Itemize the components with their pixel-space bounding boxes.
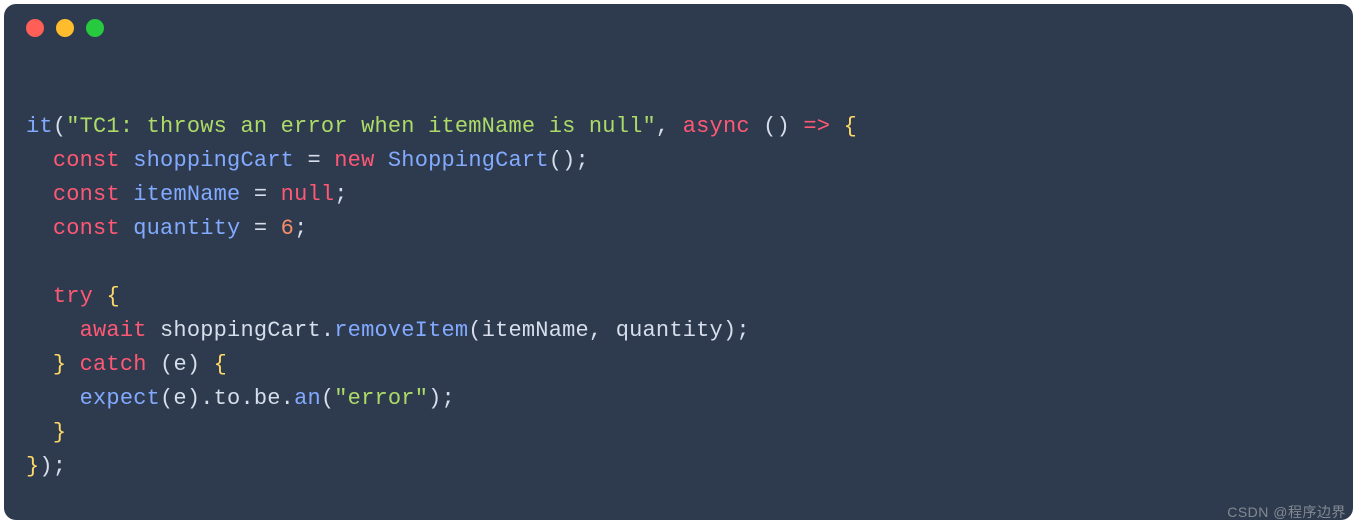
code-token: new [334, 148, 374, 173]
code-token: ShoppingCart [388, 148, 549, 173]
code-token: removeItem [334, 318, 468, 343]
code-token: = [294, 148, 334, 173]
titlebar [4, 4, 1353, 52]
code-block: it("TC1: throws an error when itemName i… [4, 52, 1353, 484]
code-token: ; [334, 182, 347, 207]
code-token: it [26, 114, 53, 139]
code-token: const [53, 182, 120, 207]
code-token: } [53, 352, 66, 377]
code-token: ( [321, 386, 334, 411]
code-token [26, 386, 80, 411]
code-token [93, 284, 106, 309]
code-token: shoppingCart [133, 148, 294, 173]
code-token [26, 182, 53, 207]
code-token [375, 148, 388, 173]
code-token: = [240, 182, 280, 207]
code-token: "TC1: throws an error when itemName is n… [66, 114, 656, 139]
code-token: itemName [133, 182, 240, 207]
code-token: catch [80, 352, 147, 377]
code-token [26, 420, 53, 445]
code-token: { [106, 284, 119, 309]
code-token: => [803, 114, 830, 139]
code-token: shoppingCart. [147, 318, 335, 343]
code-token: async [683, 114, 750, 139]
code-token: ) [777, 114, 790, 139]
code-token [26, 352, 53, 377]
watermark-text: CSDN @程序边界 [1227, 502, 1346, 522]
code-token [750, 114, 763, 139]
code-token: } [53, 420, 66, 445]
code-token: ); [39, 454, 66, 479]
code-token: { [214, 352, 227, 377]
code-token: 6 [281, 216, 294, 241]
code-token [26, 284, 53, 309]
minimize-icon[interactable] [56, 19, 74, 37]
code-token: ); [428, 386, 455, 411]
code-token [120, 182, 133, 207]
code-window: it("TC1: throws an error when itemName i… [4, 4, 1353, 520]
code-token [830, 114, 843, 139]
code-token: } [26, 454, 39, 479]
code-token: (); [549, 148, 589, 173]
code-token: quantity [133, 216, 240, 241]
code-token [120, 216, 133, 241]
code-token [66, 352, 79, 377]
code-token: const [53, 216, 120, 241]
maximize-icon[interactable] [86, 19, 104, 37]
code-token: (e) [147, 352, 214, 377]
code-token: , [656, 114, 683, 139]
code-token: null [281, 182, 335, 207]
code-token: "error" [334, 386, 428, 411]
code-token: ( [53, 114, 66, 139]
code-token [120, 148, 133, 173]
code-token: const [53, 148, 120, 173]
close-icon[interactable] [26, 19, 44, 37]
code-token: { [844, 114, 857, 139]
code-token [790, 114, 803, 139]
code-token: ( [763, 114, 776, 139]
code-token: await [80, 318, 147, 343]
code-token: (e).to.be. [160, 386, 294, 411]
code-token: = [240, 216, 280, 241]
code-token [26, 148, 53, 173]
code-token: expect [80, 386, 160, 411]
code-token: an [294, 386, 321, 411]
code-token [26, 318, 80, 343]
code-token: ; [294, 216, 307, 241]
code-token [26, 216, 53, 241]
code-token: try [53, 284, 93, 309]
code-token: (itemName, quantity); [468, 318, 749, 343]
